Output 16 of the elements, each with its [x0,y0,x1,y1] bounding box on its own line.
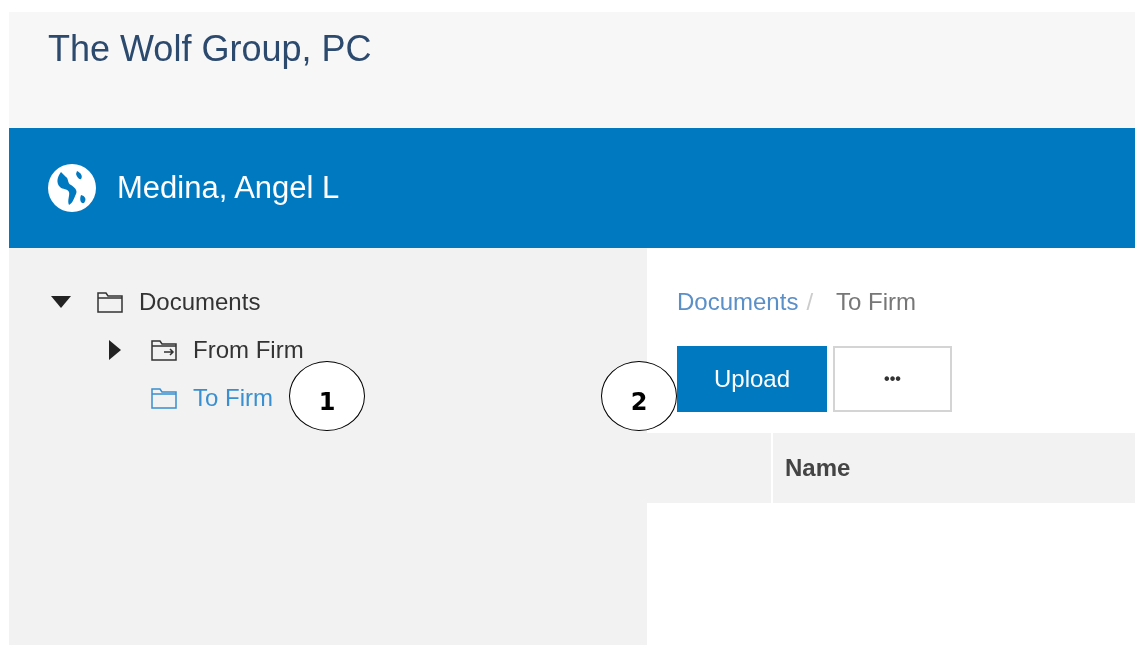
folder-arrow-icon [151,339,177,361]
tree-item[interactable]: Documents [139,288,261,316]
user-name: Medina, Angel L [117,170,340,206]
globe-icon [47,163,97,213]
folder-icon [97,291,123,313]
caret-right-icon[interactable] [109,340,121,360]
tree-item[interactable]: From Firm [193,336,304,364]
upload-button[interactable]: Upload [677,346,827,412]
more-button[interactable]: ••• [833,346,952,412]
site-title: The Wolf Group, PC [48,28,372,69]
folder-icon [151,387,177,409]
callout-marker: 2 [601,361,677,431]
breadcrumb-separator: / [806,288,814,316]
column-header[interactable]: Name [773,454,851,482]
caret-down-icon[interactable] [51,296,71,308]
breadcrumb-current: To Firm [836,288,917,316]
